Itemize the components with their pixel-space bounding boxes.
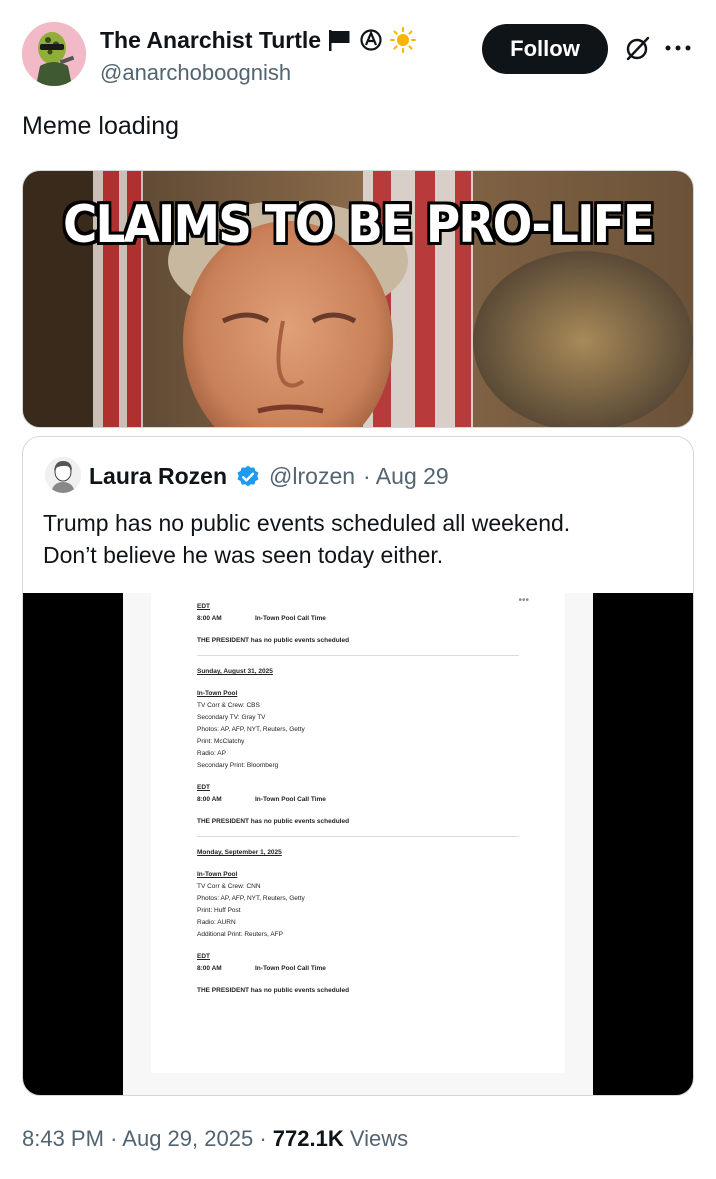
doc-line: Photos: AP, AFP, NYT, Reuters, Getty (197, 726, 305, 733)
quote-display-name[interactable]: Laura Rozen (89, 463, 227, 490)
author-name-row: The Anarchist Turtle (100, 26, 417, 54)
quote-media-image[interactable]: ••• EDT 8:00 AM In-Town Pool Call Time TH… (23, 593, 693, 1095)
doc-line: Secondary Print: Bloomberg (197, 762, 279, 769)
quote-author-avatar[interactable] (45, 457, 81, 493)
meme-caption: CLAIMS TO BE PRO-LIFE (62, 195, 655, 255)
doc-line: Radio: AURN (197, 919, 236, 926)
turtle-avatar-icon (22, 22, 86, 86)
doc-pool-3: In-Town Pool (197, 871, 238, 878)
sketch-portrait-icon (45, 457, 81, 493)
doc-status-1: THE PRESIDENT has no public events sched… (197, 637, 350, 644)
doc-line: Additional Print: Reuters, AFP (197, 931, 283, 938)
black-flag-icon (329, 30, 350, 51)
views-count: 772.1K (272, 1126, 344, 1151)
doc-line: Photos: AP, AFP, NYT, Reuters, Getty (197, 895, 305, 902)
meta-separator: · (259, 1126, 273, 1151)
doc-time-row-2: 8:00 AM In-Town Pool Call Time (197, 796, 326, 803)
author-display-name[interactable]: The Anarchist Turtle (100, 27, 321, 54)
quote-text-line-2: Don’t believe he was seen today either. (43, 542, 444, 568)
doc-time-row-3: 8:00 AM In-Town Pool Call Time (197, 965, 326, 972)
quote-text: Trump has no public events scheduled all… (43, 507, 673, 571)
meme-image[interactable]: CLAIMS TO BE PRO-LIFE (22, 170, 694, 428)
quote-author-row: Laura Rozen @lrozen · Aug 29 (89, 463, 449, 490)
quote-date[interactable]: · Aug 29 (363, 463, 449, 490)
author-handle[interactable]: @anarchoboognish (100, 60, 291, 86)
doc-divider (197, 836, 519, 837)
doc-date-monday: Monday, September 1, 2025 (197, 849, 282, 856)
tweet-header: The Anarchist Turtle @anarchoboognish Fo… (22, 22, 694, 92)
doc-line: Print: McClatchy (197, 738, 245, 745)
verified-badge-icon (237, 465, 259, 486)
doc-line: TV Corr & Crew: CNN (197, 883, 261, 890)
ellipsis-icon: ••• (518, 595, 529, 606)
quote-handle[interactable]: @lrozen (269, 463, 355, 490)
grok-icon[interactable] (622, 32, 654, 64)
doc-line: Secondary TV: Gray TV (197, 714, 266, 721)
doc-edt-3: EDT (197, 953, 210, 960)
doc-status-2: THE PRESIDENT has no public events sched… (197, 818, 350, 825)
follow-button[interactable]: Follow (482, 24, 608, 74)
tweet-date[interactable]: Aug 29, 2025 (122, 1126, 253, 1151)
doc-status-3: THE PRESIDENT has no public events sched… (197, 987, 350, 994)
doc-date-sunday: Sunday, August 31, 2025 (197, 668, 273, 675)
doc-time-row-1: 8:00 AM In-Town Pool Call Time (197, 615, 326, 622)
doc-line: Print: Huff Post (197, 907, 241, 914)
schedule-page: ••• EDT 8:00 AM In-Town Pool Call Time TH… (151, 593, 565, 1073)
doc-divider (197, 655, 519, 656)
doc-line: Radio: AP (197, 750, 226, 757)
meta-separator: · (110, 1126, 123, 1151)
quote-text-line-1: Trump has no public events scheduled all… (43, 510, 571, 536)
tweet-meta: 8:43 PM · Aug 29, 2025 · 772.1K Views (22, 1126, 408, 1152)
author-avatar[interactable] (22, 22, 86, 86)
schedule-document: ••• EDT 8:00 AM In-Town Pool Call Time TH… (123, 593, 593, 1095)
anarchy-circle-icon (360, 29, 382, 51)
doc-pool-2: In-Town Pool (197, 690, 238, 697)
more-icon[interactable] (662, 32, 694, 64)
doc-line: TV Corr & Crew: CBS (197, 702, 260, 709)
tweet-text: Meme loading (22, 112, 180, 140)
views-label: Views (349, 1126, 409, 1151)
tweet-time[interactable]: 8:43 PM (22, 1126, 104, 1151)
doc-edt-1: EDT (197, 603, 210, 610)
sun-icon (390, 27, 417, 53)
doc-edt-2: EDT (197, 784, 210, 791)
quote-tweet[interactable]: Laura Rozen @lrozen · Aug 29 Trump has n… (22, 436, 694, 1096)
